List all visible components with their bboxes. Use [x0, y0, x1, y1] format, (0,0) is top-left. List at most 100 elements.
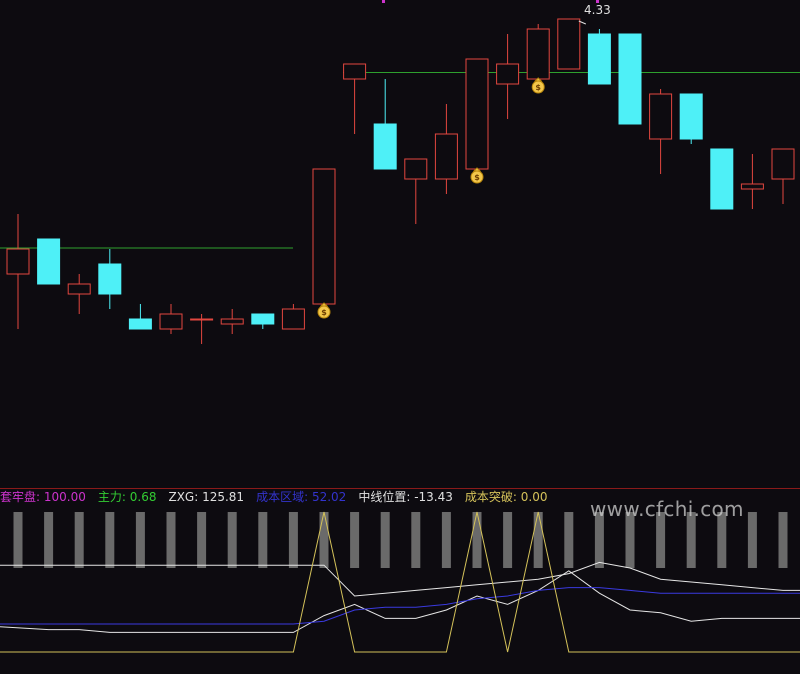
candle: [373, 79, 397, 170]
candle-body: [679, 93, 703, 140]
candle: [679, 93, 703, 144]
legend-name: 主力: [97, 490, 122, 504]
candle: [6, 214, 30, 329]
candle-body: [220, 318, 244, 325]
indicator-bar: [288, 512, 298, 568]
indicator-bar: [472, 512, 482, 568]
indicator-legend: 套牢盘: 100.00 主力: 0.68 ZXG: 125.81 成本区域: 52.0…: [0, 489, 559, 505]
candle-body: [618, 33, 642, 125]
candle-body: [526, 28, 550, 80]
indicator-bar: [44, 512, 54, 568]
candle-body: [496, 63, 520, 85]
legend-value: 0.68: [129, 490, 157, 504]
candle: [343, 63, 367, 134]
candle-body: [771, 148, 795, 180]
legend-item: 成本突破: 0.00: [464, 490, 548, 504]
indicator-bar: [319, 512, 329, 568]
indicator-bar: [197, 512, 207, 568]
candle: [98, 249, 122, 309]
peak-price-label: 4.33: [584, 3, 611, 17]
indicator-bar: [258, 512, 268, 568]
indicator-bar: [74, 512, 84, 568]
watermark: www.cfchi.com: [590, 497, 744, 521]
candle: [496, 34, 520, 119]
legend-name: 成本区域: [256, 490, 305, 504]
candle-body: [67, 283, 91, 295]
candle-body: [6, 248, 30, 275]
candle: [526, 24, 550, 80]
candle-body: [312, 168, 336, 305]
candle: [251, 313, 275, 329]
chart-stage: $ $ $ 套牢盘: 100.00 主力: 0.68 ZXG: 125.81 成本区域: …: [0, 0, 800, 674]
candle-body: [343, 63, 367, 80]
candle-body: [434, 133, 458, 180]
candle: [220, 309, 244, 334]
candle-body: [740, 183, 764, 190]
candle-body: [373, 123, 397, 170]
legend-item: 中线位置: -13.43: [358, 490, 453, 504]
indicator-line: [0, 511, 800, 653]
candle-body: [128, 318, 152, 330]
top-marker: [382, 0, 385, 3]
candle: [434, 104, 458, 194]
indicator-bar: [441, 512, 451, 568]
legend-item: 主力: 0.68: [97, 490, 157, 504]
indicator-bar: [135, 512, 145, 568]
candle-body: [190, 318, 214, 321]
legend-item: ZXG: 125.81: [168, 490, 245, 504]
candle: [587, 29, 611, 85]
indicator-bar: [564, 512, 574, 568]
indicator-chart: [0, 511, 800, 653]
legend-item: 套牢盘: 100.00: [0, 490, 86, 504]
candle-body: [587, 33, 611, 85]
candle: [281, 304, 305, 330]
candle-body: [710, 148, 734, 210]
candle-body: [649, 93, 673, 140]
candle: [128, 304, 152, 330]
indicator-line: [0, 570, 800, 633]
indicator-bar: [350, 512, 360, 568]
candle: [159, 304, 183, 334]
indicator-bar: [380, 512, 390, 568]
candle: [649, 89, 673, 174]
money-bag-icon: $: [531, 77, 545, 94]
legend-value: 100.00: [43, 490, 86, 504]
candle: [404, 158, 428, 224]
candle: [557, 18, 581, 70]
legend-value: 0.00: [520, 490, 548, 504]
legend-name: 套牢盘: [0, 490, 37, 504]
indicator-bar: [227, 512, 237, 568]
money-bag-symbol: $: [321, 308, 327, 317]
legend-name: 中线位置: [358, 490, 407, 504]
candle: [740, 154, 764, 209]
candle: [312, 168, 336, 305]
candlestick-chart: $ $ $: [0, 0, 800, 344]
indicator-bar: [778, 512, 788, 568]
money-bag-symbol: $: [474, 173, 480, 182]
indicator-bar: [166, 512, 176, 568]
legend-value: -13.43: [414, 490, 453, 504]
indicator-bar: [503, 512, 513, 568]
legend-name: ZXG: [168, 490, 195, 504]
legend-item: 成本区域: 52.02: [256, 490, 347, 504]
candle: [618, 33, 642, 125]
legend-name: 成本突破: [464, 490, 513, 504]
candle-body: [465, 58, 489, 170]
candle: [190, 314, 214, 344]
money-bag-icon: $: [317, 302, 331, 319]
legend-value: 52.02: [311, 490, 347, 504]
candle-body: [251, 313, 275, 325]
candle: [67, 274, 91, 314]
money-bag-symbol: $: [535, 83, 541, 92]
candle-body: [281, 308, 305, 330]
legend-value: 125.81: [202, 490, 245, 504]
candle-body: [404, 158, 428, 180]
indicator-bar: [105, 512, 115, 568]
candle-body: [98, 263, 122, 295]
candle-body: [37, 238, 61, 285]
candle: [771, 148, 795, 204]
candle: [37, 238, 61, 285]
candle: [710, 148, 734, 210]
money-bag-icon: $: [470, 167, 484, 184]
indicator-bar: [533, 512, 543, 568]
